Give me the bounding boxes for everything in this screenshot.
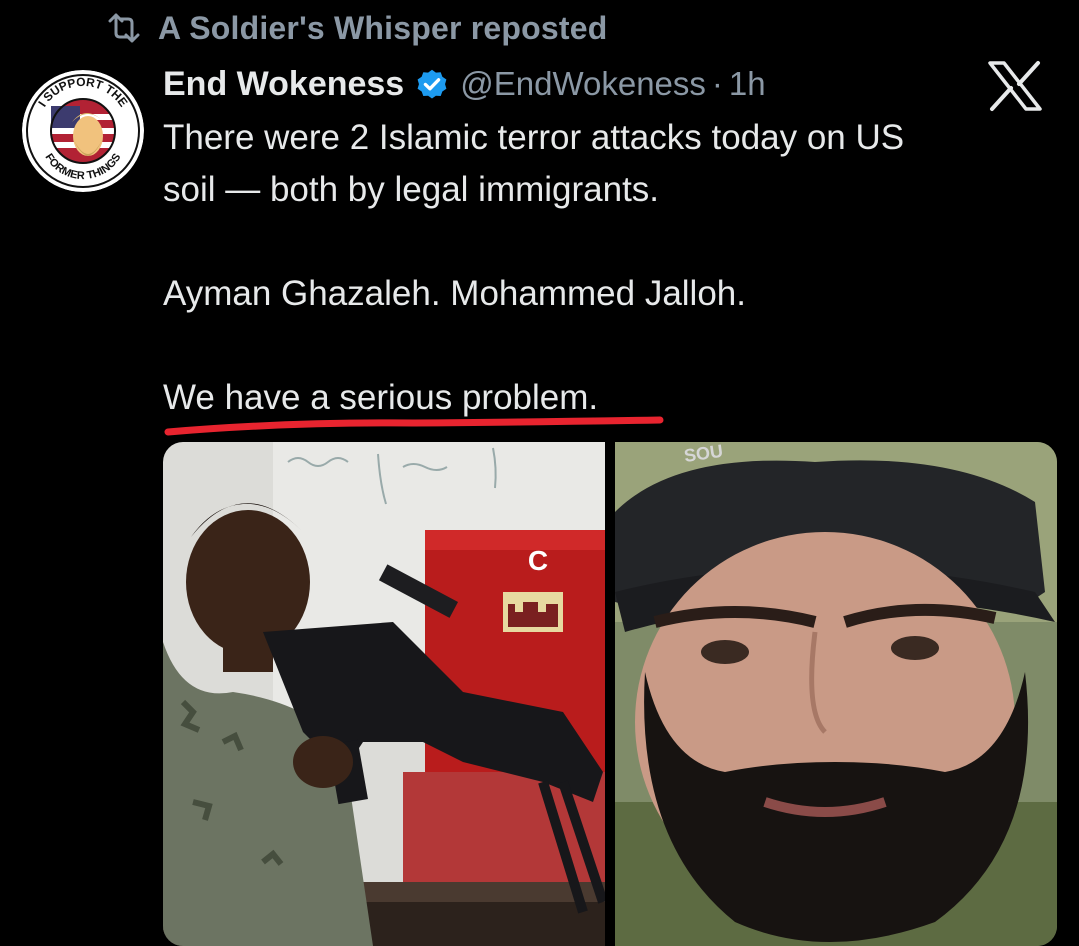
tweet-text: There were 2 Islamic terror attacks toda… xyxy=(163,112,1043,424)
author-name[interactable]: End Wokeness xyxy=(163,65,404,104)
photo-bearded-man[interactable]: SOU xyxy=(615,442,1057,946)
author-handle[interactable]: @EndWokeness xyxy=(460,65,706,103)
post-time[interactable]: 1h xyxy=(729,65,766,103)
tweet-media[interactable]: C SOU xyxy=(163,442,1057,946)
red-underline-annotation xyxy=(164,410,666,442)
author-row: End Wokeness @EndWokeness · 1h xyxy=(163,58,766,110)
avatar[interactable]: I SUPPORT THE FORMER THINGS xyxy=(22,70,144,192)
locker-letter: C xyxy=(528,545,548,576)
repost-indicator[interactable]: A Soldier's Whisper reposted xyxy=(104,8,607,48)
verified-badge-icon xyxy=(414,66,450,102)
tweet-line: There were 2 Islamic terror attacks toda… xyxy=(163,118,905,157)
tweet-line: Ayman Ghazaleh. Mohammed Jalloh. xyxy=(163,274,746,313)
x-logo-icon xyxy=(986,60,1044,112)
repost-icon xyxy=(104,13,144,43)
avatar-badge: I SUPPORT THE FORMER THINGS xyxy=(22,70,144,192)
tweet-line: soil — both by legal immigrants. xyxy=(163,170,660,209)
photo-soldier[interactable]: C xyxy=(163,442,605,946)
repost-label: A Soldier's Whisper reposted xyxy=(158,9,608,46)
separator-dot: · xyxy=(711,65,723,102)
